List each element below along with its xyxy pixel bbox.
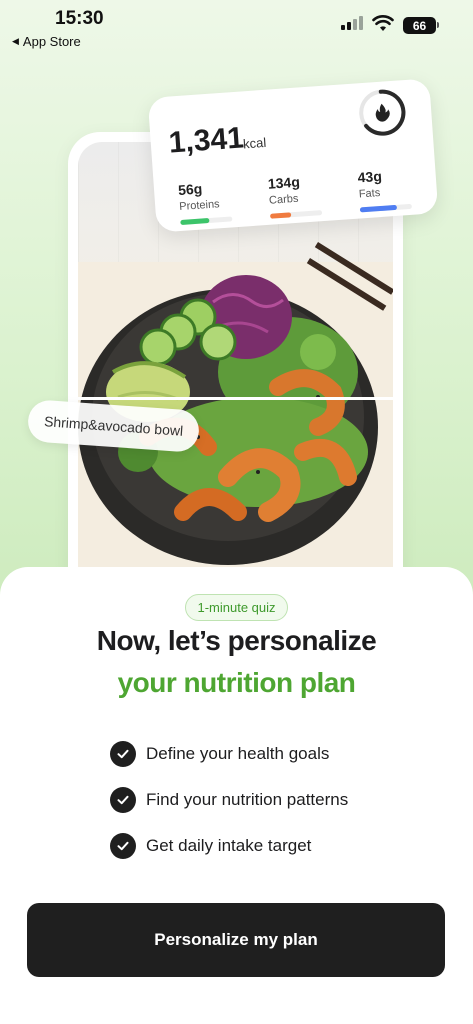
benefit-list: Define your health goals Find your nutri… <box>110 731 348 869</box>
macro-progress-bar <box>359 203 413 213</box>
checkmark-icon <box>110 741 136 767</box>
calorie-unit: kcal <box>242 134 267 152</box>
macro-fats: 43g Fats <box>357 165 430 213</box>
battery-level: 66 <box>412 18 427 33</box>
macro-progress-fill <box>180 218 210 226</box>
macro-progress-fill <box>359 204 398 213</box>
wifi-icon <box>372 15 394 31</box>
cellular-signal-icon <box>341 16 363 30</box>
macro-proteins: 56g Proteins <box>177 177 251 226</box>
macro-label: Fats <box>358 187 381 201</box>
calorie-value: 1,341 <box>167 121 245 160</box>
macro-value: 134g <box>267 173 301 192</box>
macro-carbs: 134g Carbs <box>267 171 340 219</box>
list-item: Find your nutrition patterns <box>110 777 348 823</box>
macro-label: Carbs <box>268 192 299 207</box>
back-app-label: App Store <box>22 34 81 49</box>
benefit-text: Get daily intake target <box>146 836 312 855</box>
benefit-text: Find your nutrition patterns <box>146 790 349 809</box>
macro-value: 43g <box>357 167 383 186</box>
battery-icon: 66 <box>403 17 439 34</box>
macro-value: 56g <box>177 180 203 199</box>
page-title-accent: your nutrition plan <box>117 667 356 698</box>
personalize-plan-button[interactable]: Personalize my plan <box>27 903 445 977</box>
back-arrow-icon: ◀ <box>12 36 19 46</box>
macro-progress-bar <box>180 216 233 226</box>
macro-progress-fill <box>270 212 292 219</box>
status-bar: 15:30 ◀ App Store 66 <box>0 0 473 56</box>
list-item: Get daily intake target <box>110 823 348 869</box>
checkmark-icon <box>110 787 136 813</box>
macro-progress-bar <box>270 210 323 219</box>
nutrition-summary-card: 1,341 kcal 56g Proteins 134g Carbs 43g F… <box>147 78 439 233</box>
checkmark-icon <box>110 833 136 859</box>
back-to-app-store-link[interactable]: ◀ App Store <box>12 34 81 49</box>
flame-icon <box>359 89 406 136</box>
benefit-text: Define your health goals <box>146 744 330 763</box>
bottom-sheet: 1-minute quiz Now, let’s personalize you… <box>0 567 473 1024</box>
page-title: Now, let’s personalize <box>96 625 377 656</box>
quiz-duration-badge: 1-minute quiz <box>185 594 288 621</box>
status-time: 15:30 <box>55 8 104 29</box>
list-item: Define your health goals <box>110 731 348 777</box>
macro-label: Proteins <box>178 198 220 214</box>
